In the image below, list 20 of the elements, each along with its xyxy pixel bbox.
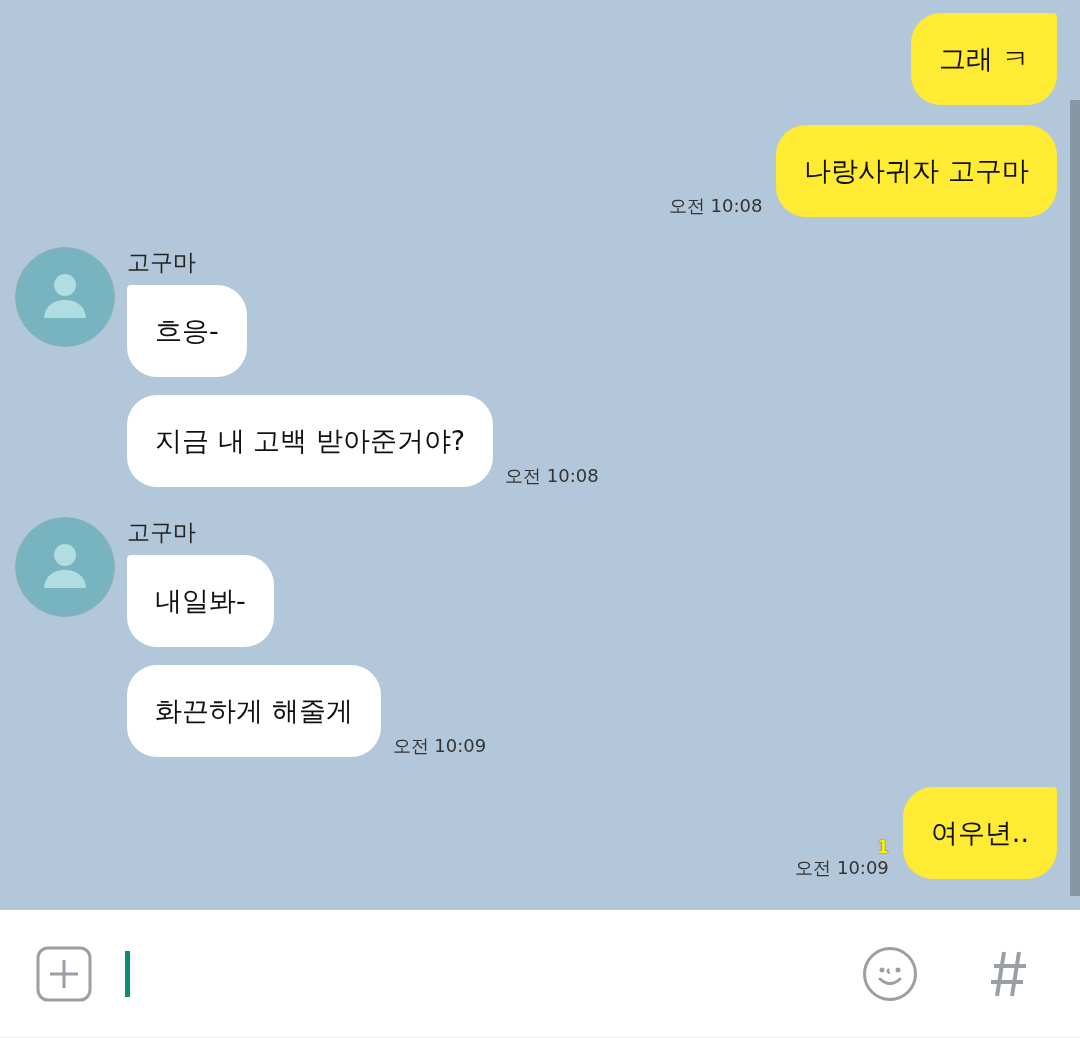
avatar-icon[interactable] [15, 517, 115, 617]
message-time: 오전 10:09 [795, 857, 889, 879]
sender-name: 고구마 [127, 518, 196, 546]
avatar-icon[interactable] [15, 247, 115, 347]
message-bubble: 나랑사귀자 고구마 [776, 125, 1057, 217]
unread-count: 1 [877, 838, 889, 857]
message-bubble: 화끈하게 해줄게 [127, 665, 381, 757]
emoji-icon[interactable] [862, 945, 918, 1002]
message-time: 오전 10:09 [392, 735, 487, 757]
message-bubble: 지금 내 고백 받아준거야? [127, 395, 494, 487]
sender-name: 고구마 [127, 248, 196, 276]
message-bubble: 흐응- [127, 285, 247, 377]
message-bubble: 그래 ㅋ [911, 13, 1057, 105]
add-icon[interactable] [36, 945, 92, 1002]
message-bubble: 여우년.. [902, 787, 1057, 879]
message-time: 오전 10:08 [668, 195, 763, 217]
message-bubble: 내일봐- [127, 555, 274, 647]
scrollbar[interactable] [1070, 100, 1080, 896]
text-cursor-icon [125, 950, 130, 997]
message-time: 오전 10:08 [505, 465, 599, 487]
